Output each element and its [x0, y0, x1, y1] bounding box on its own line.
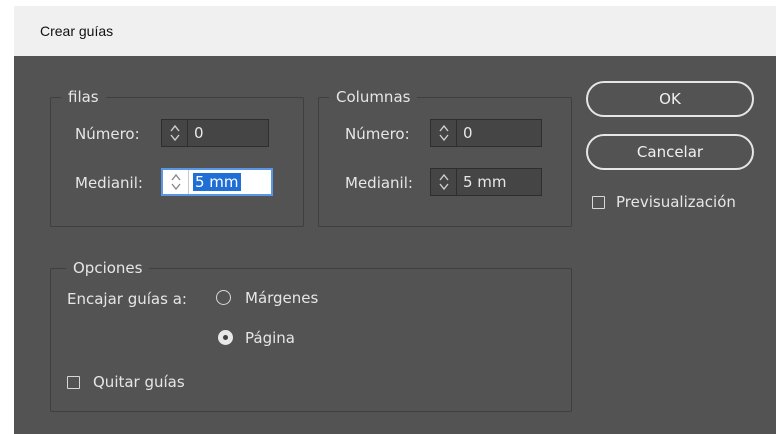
stepper-arrows-icon	[438, 124, 449, 142]
rows-gutter-label: Medianil:	[75, 174, 143, 192]
fit-margins-option[interactable]: Márgenes	[216, 289, 356, 309]
stepper-arrows-icon	[438, 173, 449, 191]
rows-number-field[interactable]: 0	[161, 119, 269, 147]
title-bar: Crear guías	[14, 6, 776, 56]
fit-margins-label[interactable]: Márgenes	[245, 289, 318, 307]
columns-number-value[interactable]: 0	[463, 124, 473, 142]
preview-label[interactable]: Previsualización	[616, 193, 736, 211]
columns-gutter-stepper[interactable]	[431, 169, 457, 195]
fit-page-label[interactable]: Página	[245, 329, 295, 347]
fit-margins-radio[interactable]	[216, 290, 231, 305]
cancel-button[interactable]: Cancelar	[586, 134, 754, 170]
remove-guides-label[interactable]: Quitar guías	[93, 373, 185, 391]
columns-legend: Columnas	[329, 88, 418, 106]
remove-guides-checkbox[interactable]	[67, 376, 80, 389]
columns-number-field[interactable]: 0	[430, 119, 542, 147]
rows-gutter-field[interactable]: 5 mm	[161, 168, 273, 196]
columns-number-stepper[interactable]	[431, 120, 457, 146]
columns-gutter-label: Medianil:	[345, 174, 413, 192]
ok-button[interactable]: OK	[586, 81, 754, 117]
columns-number-label: Número:	[345, 125, 410, 143]
rows-gutter-value[interactable]: 5 mm	[193, 173, 241, 191]
rows-number-value[interactable]: 0	[194, 124, 204, 142]
columns-gutter-field[interactable]: 5 mm	[430, 168, 542, 196]
fit-guides-label: Encajar guías a:	[67, 290, 187, 308]
columns-gutter-value[interactable]: 5 mm	[463, 173, 507, 191]
stepper-arrows-icon	[169, 124, 180, 142]
stepper-arrows-icon	[170, 173, 181, 191]
dialog-title: Crear guías	[40, 23, 114, 39]
rows-number-stepper[interactable]	[162, 120, 188, 146]
fit-page-radio[interactable]	[218, 330, 233, 345]
options-legend: Opciones	[66, 259, 150, 277]
rows-legend: filas	[61, 88, 106, 106]
rows-group	[50, 97, 304, 227]
fit-page-option[interactable]: Página	[216, 329, 336, 349]
preview-checkbox[interactable]	[592, 196, 605, 209]
columns-group	[318, 97, 572, 227]
preview-option[interactable]: Previsualización	[590, 193, 760, 213]
rows-gutter-stepper[interactable]	[163, 170, 189, 194]
rows-number-label: Número:	[75, 125, 140, 143]
remove-guides-option[interactable]: Quitar guías	[66, 373, 206, 393]
create-guides-dialog: Crear guías filas Número: 0 Medianil: 5 …	[14, 6, 776, 434]
